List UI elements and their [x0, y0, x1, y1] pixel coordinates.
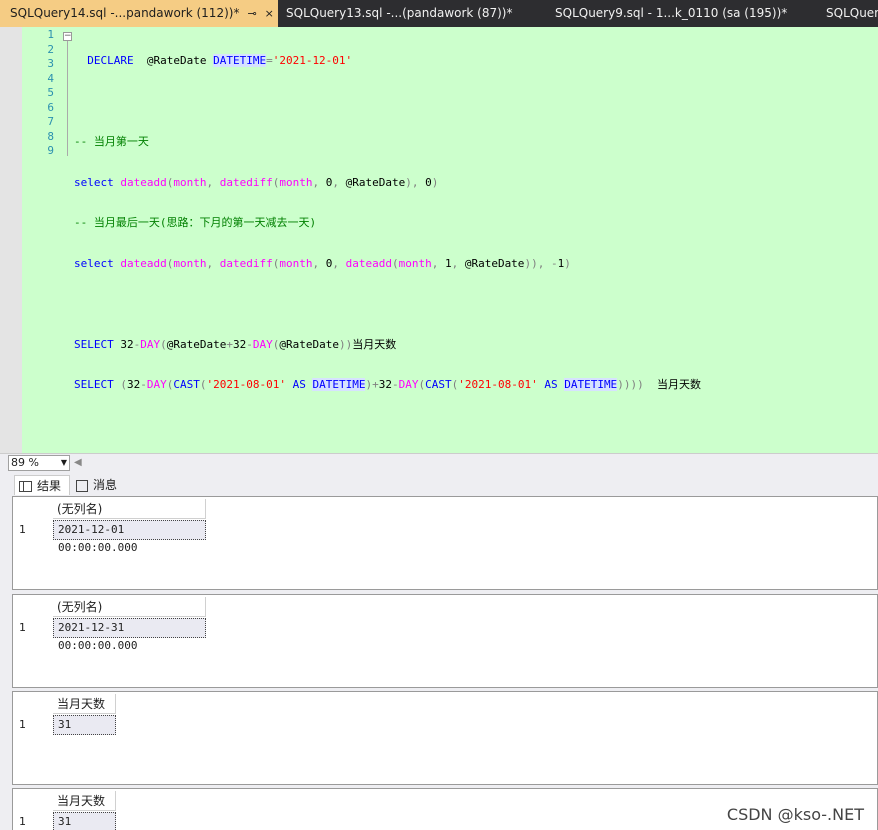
line-number: 8	[47, 129, 54, 143]
result-grid[interactable]: (无列名) 1 2021-12-31 00:00:00.000	[12, 594, 878, 688]
line-number: 6	[47, 100, 54, 114]
tab-label: SQLQuery	[826, 6, 878, 20]
watermark: CSDN @kso-.NET	[726, 805, 864, 824]
grid-icon	[19, 481, 32, 492]
code-line: -- 当月最后一天(思路：下月的第一天减去一天)	[74, 216, 317, 229]
result-grid[interactable]: (无列名) 1 2021-12-01 00:00:00.000	[12, 496, 878, 590]
row-number[interactable]: 1	[15, 618, 53, 638]
row-number[interactable]: 1	[15, 812, 53, 830]
row-number[interactable]: 1	[15, 520, 53, 540]
line-number: 9	[47, 144, 54, 157]
result-cell[interactable]: 2021-12-31 00:00:00.000	[53, 618, 206, 652]
code-line: select dateadd(month, datediff(month, 0,…	[74, 175, 439, 189]
code-line: select dateadd(month, datediff(month, 0,…	[74, 256, 571, 270]
tab-label: 消息	[93, 478, 118, 492]
message-icon	[76, 479, 88, 492]
column-header[interactable]: (无列名)	[53, 597, 206, 617]
code-line: SELECT 32-DAY(@RateDate+32-DAY(@RateDate…	[74, 337, 397, 351]
tab-sqlquery13[interactable]: SQLQuery13.sql -...(pandawork (87))*	[276, 0, 513, 27]
code-line: -- 当月第一天	[74, 135, 149, 148]
line-number: 7	[47, 115, 54, 128]
result-grid[interactable]: 当月天数 1 31	[12, 691, 878, 785]
tab-sqlquery9[interactable]: SQLQuery9.sql - 1...k_0110 (sa (195))*	[545, 0, 787, 27]
result-cell[interactable]: 31	[53, 715, 116, 735]
tab-sqlquery14[interactable]: SQLQuery14.sql -...pandawork (112))* ⊸ ×	[0, 0, 278, 27]
outline-line	[67, 41, 68, 156]
line-number: 2	[47, 42, 54, 56]
scroll-left-icon[interactable]: ◀	[74, 457, 82, 468]
tab-label: SQLQuery9.sql - 1...k_0110 (sa (195))*	[555, 6, 788, 20]
tab-label: 结果	[37, 479, 62, 493]
zoom-value: 89 %	[11, 456, 39, 469]
tab-results[interactable]: 结果	[14, 475, 70, 495]
column-header[interactable]: 当月天数	[53, 694, 116, 714]
pin-icon[interactable]: ⊸	[247, 0, 256, 27]
code-area[interactable]: DECLARE @RateDate DATETIME='2021-12-01' …	[74, 28, 701, 419]
zoom-dropdown[interactable]: 89 % ▼	[8, 455, 70, 471]
editor-status-bar: 89 % ▼ ◀	[0, 453, 878, 471]
column-header[interactable]: (无列名)	[53, 499, 206, 519]
tab-label: SQLQuery14.sql -...pandawork (112))*	[10, 6, 240, 20]
tab-label: SQLQuery13.sql -...(pandawork (87))*	[286, 6, 513, 20]
result-cell[interactable]: 2021-12-01 00:00:00.000	[53, 520, 206, 554]
chevron-down-icon: ▼	[60, 458, 67, 467]
row-number[interactable]: 1	[15, 715, 53, 735]
collapse-region-icon[interactable]: −	[63, 32, 72, 41]
line-number: 3	[47, 57, 54, 70]
result-cell[interactable]: 31	[53, 812, 116, 830]
query-editor[interactable]: 1 2 3 4 5 6 7 8 9 − DECLARE @RateDate DA…	[0, 27, 878, 453]
editor-margin	[0, 27, 22, 453]
column-header[interactable]: 当月天数	[53, 791, 116, 811]
code-line: DECLARE @RateDate DATETIME='2021-12-01'	[87, 54, 353, 67]
line-number: 4	[47, 71, 54, 85]
line-number: 1	[47, 28, 54, 41]
results-tab-bar: 结果 消息	[0, 473, 878, 495]
document-tab-bar: SQLQuery14.sql -...pandawork (112))* ⊸ × S…	[0, 0, 878, 27]
tab-sqlquery[interactable]: SQLQuery	[816, 0, 878, 27]
close-icon[interactable]: ×	[265, 0, 274, 27]
line-number: 5	[47, 86, 54, 99]
tab-messages[interactable]: 消息	[72, 475, 128, 495]
code-line: SELECT (32-DAY(CAST('2021-08-01' AS DATE…	[74, 378, 701, 391]
